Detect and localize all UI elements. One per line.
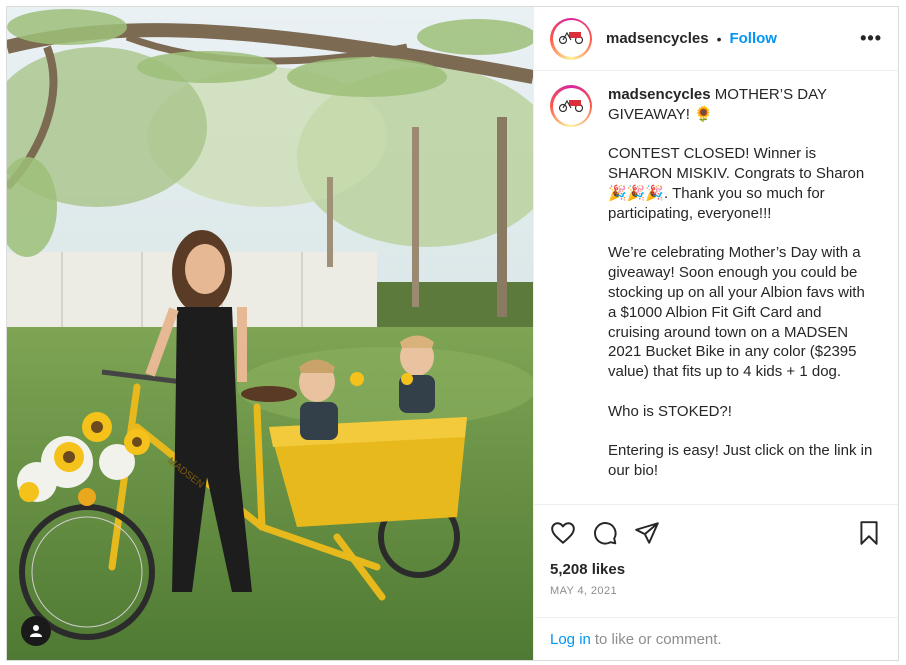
post-date: MAY 4, 2021 (550, 585, 617, 597)
likes-count[interactable]: 5,208 likes (534, 561, 898, 581)
caption-avatar[interactable] (550, 85, 592, 127)
user-tag-icon (29, 624, 43, 638)
bookmark-icon[interactable] (856, 520, 882, 546)
separator-dot: • (716, 30, 722, 47)
heart-icon[interactable] (550, 520, 576, 546)
caption-body: MOTHER’S DAY GIVEAWAY! 🌻 CONTEST CLOSED!… (608, 86, 873, 480)
avatar[interactable] (550, 17, 592, 60)
caption-username[interactable]: madsencycles (608, 86, 711, 103)
tagged-users-button[interactable] (21, 616, 51, 646)
paper-plane-icon[interactable] (634, 520, 660, 546)
follow-button[interactable]: Follow (729, 30, 777, 47)
post-sidebar: madsencycles • Follow ••• madsencycles M… (533, 7, 898, 660)
login-link[interactable]: Log in (550, 631, 591, 648)
login-prompt-text: to like or comment. (594, 630, 722, 648)
header-username[interactable]: madsencycles (606, 30, 709, 47)
caption-section: madsencycles MOTHER’S DAY GIVEAWAY! 🌻 CO… (534, 71, 898, 505)
comment-icon[interactable] (592, 520, 618, 546)
post-photo[interactable]: MADSEN (7, 7, 533, 660)
cargo-bike-logo-icon (558, 96, 584, 117)
instagram-post: MADSEN madsencycles • Follow ••• madsenc… (6, 6, 899, 661)
caption-text: madsencycles MOTHER’S DAY GIVEAWAY! 🌻 CO… (608, 85, 876, 504)
more-options-button[interactable]: ••• (860, 28, 882, 49)
login-prompt: Log in to like or comment. (534, 617, 898, 660)
action-bar (534, 505, 898, 561)
post-header: madsencycles • Follow ••• (534, 7, 898, 71)
cargo-bike-logo-icon (558, 28, 584, 49)
photo-illustration: MADSEN (7, 7, 533, 660)
more-icon: ••• (860, 28, 882, 48)
